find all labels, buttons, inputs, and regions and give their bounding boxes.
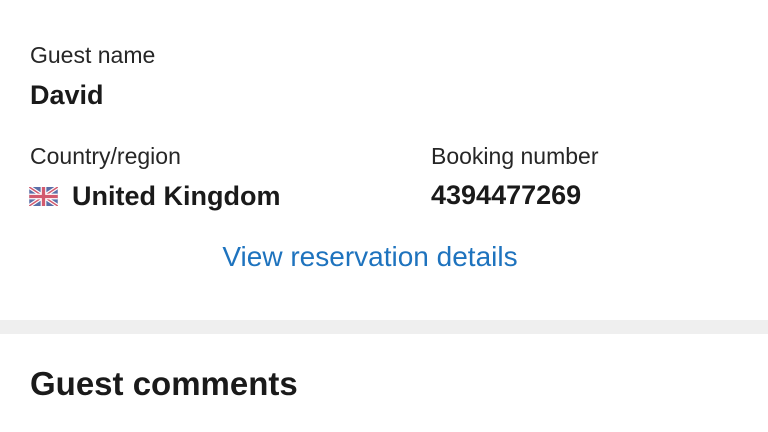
guest-name-label: Guest name (30, 42, 156, 68)
uk-flag-icon (28, 184, 59, 208)
country-row: United Kingdom (28, 180, 281, 211)
guest-comments-section: Guest comments (0, 334, 768, 432)
guest-comments-title: Guest comments (30, 365, 298, 402)
country-value: United Kingdom (72, 180, 281, 211)
guest-name-value: David (30, 80, 104, 110)
booking-number-value: 4394477269 (431, 180, 582, 210)
section-divider (0, 320, 768, 334)
country-label: Country/region (30, 143, 181, 169)
view-reservation-details-link[interactable]: View reservation details (0, 243, 740, 271)
booking-number-label: Booking number (431, 143, 599, 169)
guest-info-section: Guest name David Country/region United K… (0, 0, 768, 320)
reservation-page: Guest name David Country/region United K… (0, 0, 768, 432)
